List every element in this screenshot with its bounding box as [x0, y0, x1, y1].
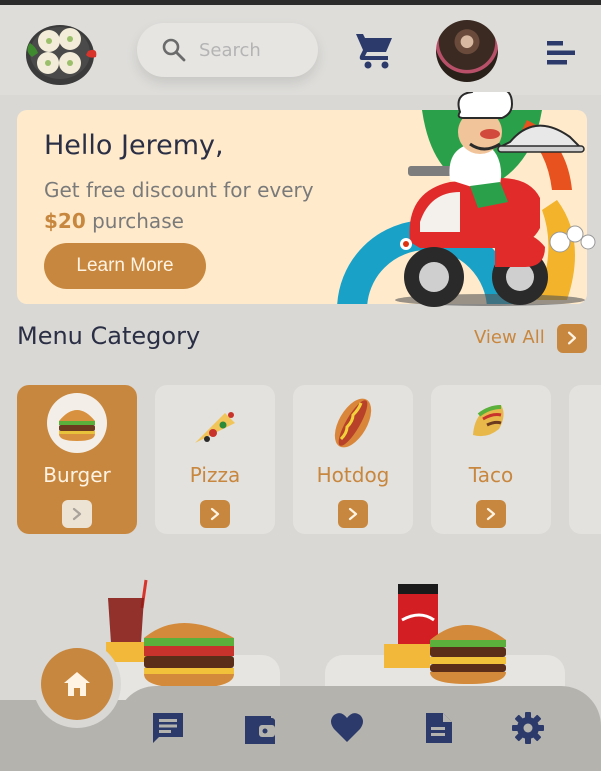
chef-scooter-illustration — [395, 92, 596, 307]
chevron-right-icon — [486, 507, 496, 521]
burger-image — [47, 393, 107, 453]
pizza-image — [195, 412, 235, 443]
heart-icon[interactable] — [329, 710, 365, 746]
chat-icon[interactable] — [150, 710, 186, 746]
settings-icon[interactable] — [510, 710, 546, 746]
learn-more-button[interactable]: Learn More — [44, 243, 206, 289]
view-all-link[interactable]: View All — [474, 327, 545, 348]
header — [0, 5, 601, 95]
category-open-button[interactable] — [476, 500, 506, 528]
home-button[interactable] — [41, 648, 113, 720]
home-icon — [64, 672, 90, 696]
menu-icon[interactable] — [545, 39, 577, 67]
chevron-right-icon — [210, 507, 220, 521]
greeting: Hello Jeremy, — [44, 130, 224, 161]
promo-amount: $20 — [44, 209, 86, 233]
category-label: Burger — [43, 463, 111, 487]
burger-combo-image — [106, 579, 234, 688]
burger-cola-image — [384, 584, 506, 684]
avatar[interactable] — [436, 20, 498, 82]
wallet-icon[interactable] — [241, 710, 277, 746]
category-card-taco[interactable]: Taco — [431, 385, 551, 534]
category-card-pizza[interactable]: Pizza — [155, 385, 275, 534]
chevron-right-icon — [72, 507, 82, 521]
promo-text-line1: Get free discount for every — [44, 178, 314, 202]
category-open-button[interactable] — [338, 500, 368, 528]
category-label: Hotdog — [316, 463, 390, 487]
section-title: Menu Category — [17, 322, 201, 350]
category-card-burger[interactable]: Burger — [17, 385, 137, 534]
category-label: Taco — [468, 463, 514, 487]
document-icon[interactable] — [420, 710, 456, 746]
search-icon — [162, 38, 186, 62]
hotdog-image — [334, 398, 372, 448]
chevron-right-icon — [348, 507, 358, 521]
promo-text-suffix: purchase — [85, 209, 184, 233]
category-open-button[interactable] — [200, 500, 230, 528]
category-card-hotdog[interactable]: Hotdog — [293, 385, 413, 534]
category-card-partial[interactable] — [569, 385, 601, 534]
search-bar[interactable] — [137, 23, 318, 77]
view-all-button[interactable] — [557, 324, 587, 353]
category-label: Pizza — [189, 463, 241, 487]
taco-image — [473, 405, 504, 437]
search-input[interactable] — [199, 35, 309, 65]
cart-icon[interactable] — [355, 30, 395, 70]
chevron-right-icon — [567, 331, 577, 345]
category-open-button[interactable] — [62, 500, 92, 528]
logo-icon[interactable] — [22, 17, 98, 87]
promo-text-line2: $20 purchase — [44, 209, 184, 233]
